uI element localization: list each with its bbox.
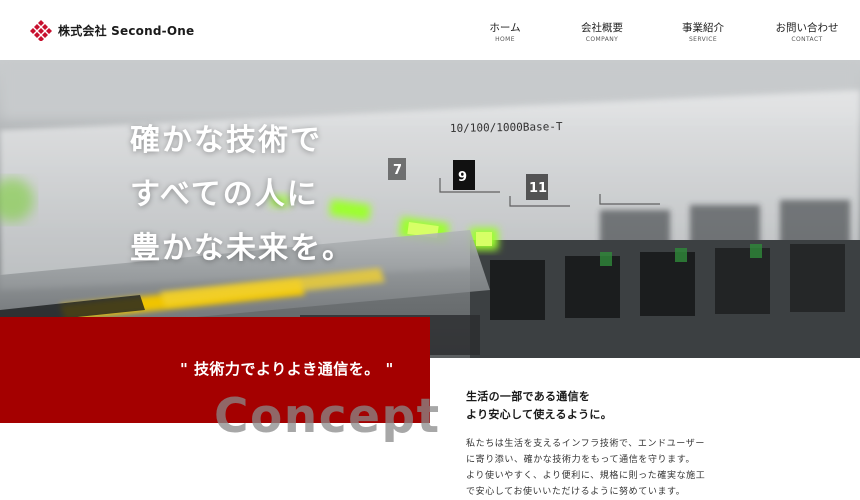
hero-line: 確かな技術で bbox=[130, 123, 322, 158]
nav-item-company[interactable]: 会社概要 COMPANY bbox=[557, 22, 647, 43]
nav-label-jp: ホーム bbox=[489, 22, 521, 34]
nav-item-home[interactable]: ホーム HOME bbox=[460, 22, 550, 43]
concept-body: 私たちは生活を支えるインフラ技術で、エンドユーザー に寄り添い、確かな技術力をも… bbox=[466, 436, 705, 500]
hero-line: 豊かな未来を。 bbox=[130, 231, 354, 266]
body-line: で安心してお使いいただけるように努めています。 bbox=[466, 487, 686, 497]
logo[interactable]: 株式会社 Second-One bbox=[30, 19, 194, 41]
company-logo-icon bbox=[30, 20, 52, 41]
body-line: に寄り添い、確かな技術力をもって通信を守ります。 bbox=[466, 455, 696, 465]
lead-line: 生活の一部である通信を bbox=[466, 390, 591, 403]
nav-item-service[interactable]: 事業紹介 SERVICE bbox=[658, 22, 748, 43]
site-header: 株式会社 Second-One ホーム HOME 会社概要 COMPANY 事業… bbox=[0, 0, 860, 60]
port-number: 11 bbox=[529, 181, 547, 196]
nav-label-en: CONTACT bbox=[791, 36, 823, 43]
concept-lead: 生活の一部である通信を より安心して使えるように。 bbox=[466, 388, 612, 424]
nav-label-jp: お問い合わせ bbox=[775, 22, 839, 34]
nav-label-en: HOME bbox=[495, 36, 515, 43]
hero-headline: 確かな技術で すべての人に 豊かな未来を。 bbox=[130, 114, 354, 276]
port-number: 9 bbox=[458, 170, 467, 185]
panel-label: 10/100/1000Base-T bbox=[450, 120, 563, 135]
lead-line: より安心して使えるように。 bbox=[466, 408, 613, 421]
body-line: より使いやすく、より便利に、規格に則った確実な施工 bbox=[466, 471, 706, 481]
port-number: 7 bbox=[393, 163, 402, 178]
body-line: 私たちは生活を支えるインフラ技術で、エンドユーザー bbox=[466, 439, 705, 449]
nav-label-jp: 会社概要 bbox=[581, 22, 623, 34]
company-name: 株式会社 Second-One bbox=[58, 23, 195, 38]
nav-label-en: SERVICE bbox=[688, 36, 718, 43]
nav-item-contact[interactable]: お問い合わせ CONTACT bbox=[762, 22, 852, 43]
hero-line: すべての人に bbox=[130, 177, 319, 212]
concept-quote: " 技術力でよりよき通信を。 " bbox=[180, 360, 394, 378]
hero-banner: 10/100/1000Base-T 7 9 11 確かな技術で すべての人に 豊… bbox=[0, 60, 860, 358]
concept-heading: Concept bbox=[214, 389, 441, 444]
main-nav: ホーム HOME 会社概要 COMPANY 事業紹介 SERVICE お問い合わ… bbox=[440, 22, 860, 52]
nav-label-en: COMPANY bbox=[585, 36, 619, 43]
nav-label-jp: 事業紹介 bbox=[682, 22, 724, 34]
network-switch-image: 10/100/1000Base-T 7 9 11 bbox=[0, 60, 860, 358]
